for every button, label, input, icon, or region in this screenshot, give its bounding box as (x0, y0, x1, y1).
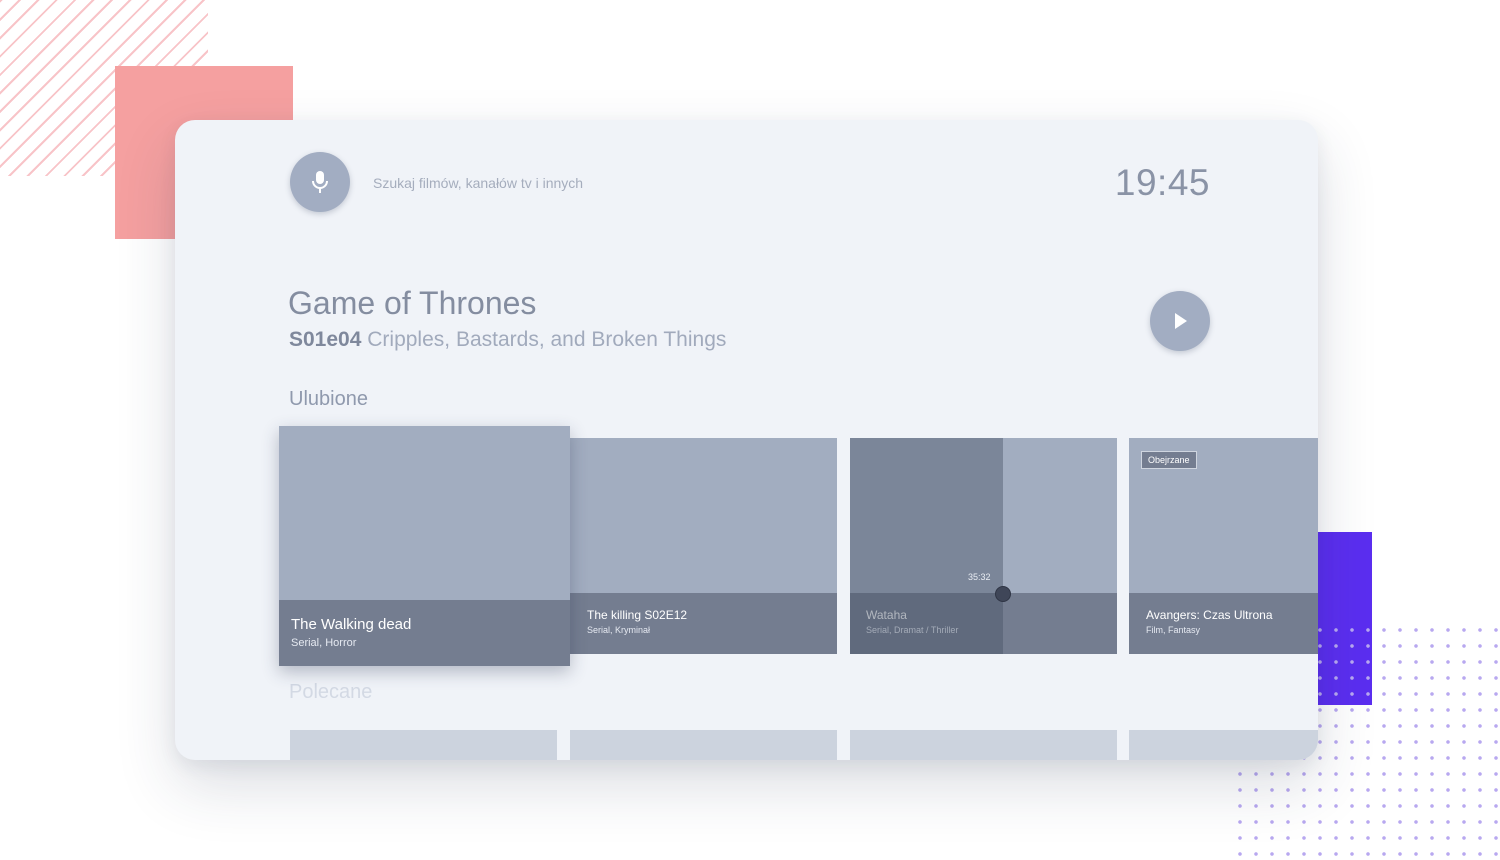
voice-search-button[interactable] (290, 152, 350, 212)
tile-title: The Walking dead (291, 616, 412, 633)
tile-walking-dead[interactable]: The Walking dead Serial, Horror (279, 426, 570, 666)
recommended-tile[interactable] (850, 730, 1117, 760)
tile-avengers[interactable]: Obejrzane Avangers: Czas Ultrona Film, F… (1129, 438, 1318, 654)
playback-time: 35:32 (968, 572, 991, 582)
episode-code: S01e04 (289, 328, 362, 351)
section-title-recommended: Polecane (289, 681, 373, 703)
tile-title: Avangers: Czas Ultrona (1146, 608, 1273, 622)
tile-genre: Serial, Horror (291, 637, 357, 649)
tile-the-killing[interactable]: The killing S02E12 Serial, Kryminał (570, 438, 837, 654)
tile-title: The killing S02E12 (587, 608, 688, 622)
play-button[interactable] (1150, 291, 1210, 351)
progress-knob[interactable] (995, 586, 1011, 602)
recommended-tile[interactable] (290, 730, 557, 760)
recommended-tile[interactable] (570, 730, 837, 760)
tile-caption: The Walking dead Serial, Horror (279, 600, 570, 666)
featured-show-title: Game of Thrones (288, 285, 537, 321)
tile-caption: The killing S02E12 Serial, Kryminał (570, 593, 837, 654)
section-title-favorites: Ulubione (289, 388, 368, 410)
tile-caption: Avangers: Czas Ultrona Film, Fantasy (1129, 593, 1318, 654)
play-icon (1175, 313, 1187, 329)
tile-genre: Film, Fantasy (1146, 625, 1201, 635)
featured-episode: S01e04 Cripples, Bastards, and Broken Th… (289, 328, 726, 352)
watched-badge: Obejrzane (1141, 451, 1197, 469)
tile-wataha[interactable]: Wataha Serial, Dramat / Thriller 35:32 (850, 438, 1117, 654)
tv-home-screen: 19:45 Game of Thrones S01e04 Cripples, B… (175, 120, 1318, 760)
microphone-icon (312, 171, 328, 193)
search-input[interactable] (373, 172, 773, 194)
watch-progress (850, 438, 1003, 654)
recommended-tile[interactable] (1129, 730, 1318, 760)
clock: 19:45 (1114, 162, 1210, 203)
tile-genre: Serial, Kryminał (587, 625, 651, 635)
episode-title: Cripples, Bastards, and Broken Things (367, 328, 727, 351)
